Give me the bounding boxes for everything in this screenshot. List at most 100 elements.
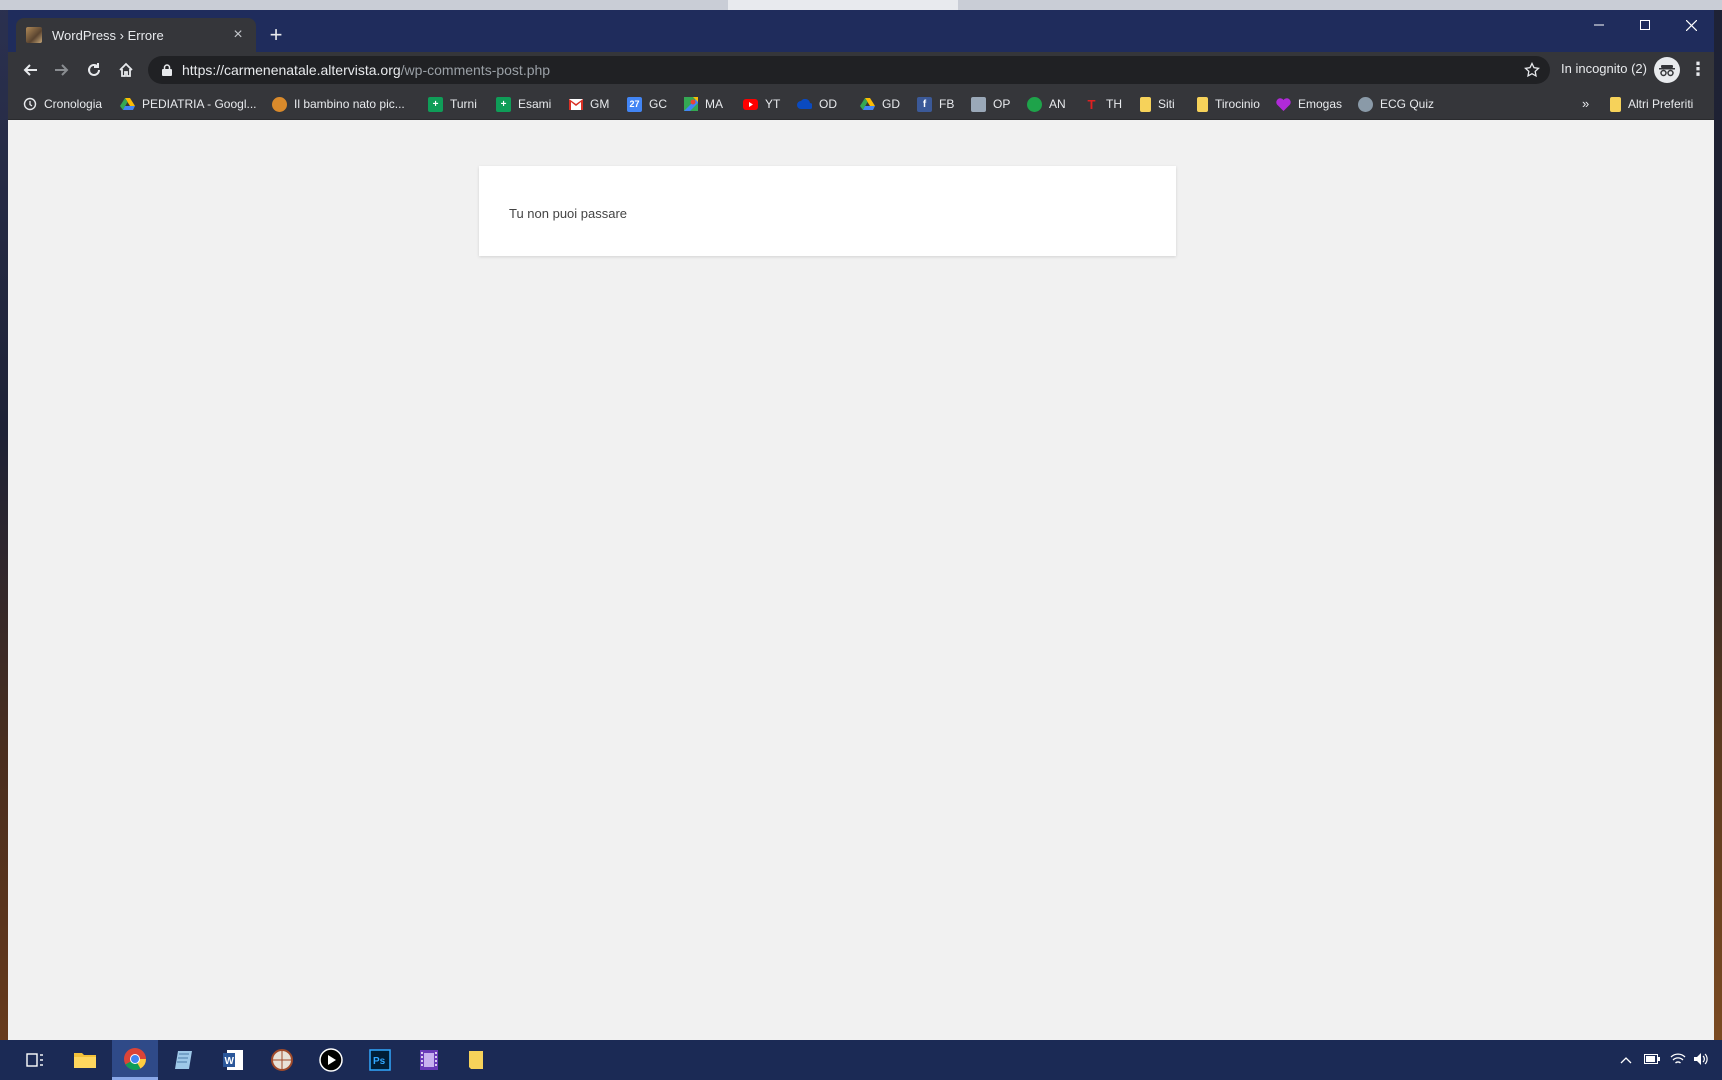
site-icon [1358, 96, 1373, 112]
sheets-icon: + [496, 96, 511, 112]
folder-icon [1197, 96, 1208, 112]
bookmark-cronologia[interactable]: Cronologia [22, 88, 102, 120]
reload-icon [88, 63, 100, 76]
incognito-label[interactable]: In incognito (2) [1561, 61, 1647, 76]
bookmark-yt[interactable]: YT [743, 88, 780, 120]
bookmark-label: Turni [450, 97, 477, 111]
lock-icon [162, 64, 172, 76]
folder-icon [1610, 96, 1621, 112]
bookmark-label: FB [939, 97, 955, 111]
file-explorer-button[interactable] [62, 1040, 108, 1080]
bookmarks-overflow-button[interactable]: » [1582, 96, 1589, 111]
bookmark-label: TH [1106, 97, 1122, 111]
chrome-icon [124, 1047, 146, 1070]
tab-strip: WordPress › Errore × + [8, 10, 1714, 52]
bookmark-label: MA [705, 97, 723, 111]
notes-app-button[interactable] [161, 1040, 207, 1080]
photoshop-button[interactable]: Ps [357, 1040, 403, 1080]
speaker-icon [1694, 1053, 1708, 1065]
close-tab-icon[interactable]: × [230, 26, 246, 44]
bookmark-label: OD [819, 97, 837, 111]
tab-active[interactable]: WordPress › Errore × [16, 18, 256, 52]
bookmarks-bar: Cronologia PEDIATRIA - Googl... Il bambi… [8, 88, 1714, 120]
bookmark-an[interactable]: AN [1027, 88, 1066, 120]
gmail-icon [568, 97, 583, 112]
folder-icon [74, 1053, 96, 1068]
calendar-icon: 27 [627, 96, 642, 112]
url-path: /wp-comments-post.php [400, 62, 551, 78]
bookmark-gc[interactable]: 27 GC [627, 88, 667, 120]
address-bar[interactable]: https://carmenenatale.altervista.org/wp-… [148, 56, 1550, 84]
bookmark-label: AN [1049, 97, 1066, 111]
svg-text:Ps: Ps [373, 1056, 386, 1067]
bookmark-label: Siti [1158, 97, 1175, 111]
network-indicator[interactable] [1670, 1052, 1686, 1069]
bookmark-ma[interactable]: MA [683, 88, 723, 120]
bookmark-label: GC [649, 97, 667, 111]
close-window-button[interactable] [1668, 10, 1714, 40]
drive-icon [120, 97, 135, 112]
media-player-button[interactable] [308, 1040, 354, 1080]
bookmark-th[interactable]: T TH [1084, 88, 1122, 120]
incognito-icon[interactable] [1654, 57, 1680, 83]
bookmark-pediatria[interactable]: PEDIATRIA - Googl... [120, 88, 256, 120]
site-icon [971, 96, 986, 112]
app-button-5[interactable] [259, 1040, 305, 1080]
bookmark-siti[interactable]: Siti [1140, 88, 1175, 120]
top-window-edge [0, 0, 1722, 10]
bookmark-gd[interactable]: GD [860, 88, 900, 120]
site-icon [1027, 96, 1042, 112]
back-button[interactable] [16, 57, 44, 83]
bookmark-label: Altri Preferiti [1628, 97, 1694, 111]
maximize-button[interactable] [1622, 10, 1668, 40]
bookmark-turni[interactable]: + Turni [428, 88, 477, 120]
bookmark-ecg-quiz[interactable]: ECG Quiz [1358, 88, 1434, 120]
maximize-icon [1640, 20, 1650, 30]
bookmark-emogas[interactable]: Emogas [1276, 88, 1342, 120]
bookmark-gm[interactable]: GM [568, 88, 609, 120]
bookmark-label: YT [765, 97, 781, 111]
page-content: Tu non puoi passare [8, 121, 1714, 1040]
bookmark-bambino[interactable]: Il bambino nato pic... [272, 88, 405, 120]
reload-button[interactable] [80, 57, 108, 83]
sheets-icon: + [428, 96, 443, 112]
site-icon: T [1087, 96, 1096, 112]
new-tab-button[interactable]: + [264, 24, 288, 48]
menu-button[interactable]: ⋮ [1688, 57, 1708, 83]
bookmark-label: Tirocinio [1215, 97, 1260, 111]
bookmark-esami[interactable]: + Esami [496, 88, 551, 120]
folder-icon [1140, 96, 1151, 112]
arrow-left-icon [23, 64, 37, 76]
bookmark-fb[interactable]: f FB [917, 88, 954, 120]
bookmark-label: OP [993, 97, 1011, 111]
facebook-icon: f [917, 96, 932, 112]
volume-indicator[interactable] [1693, 1052, 1709, 1069]
minimize-button[interactable] [1576, 10, 1622, 40]
browser-window: WordPress › Errore × + https://carmenena… [8, 10, 1714, 1040]
youtube-icon [743, 97, 758, 112]
bookmark-label: Emogas [1298, 97, 1343, 111]
forward-button[interactable] [48, 57, 76, 83]
bookmark-od[interactable]: OD [797, 88, 837, 120]
sticky-notes-button[interactable] [453, 1040, 499, 1080]
wifi-icon [1670, 1053, 1686, 1064]
video-editor-button[interactable] [406, 1040, 452, 1080]
bookmark-label: PEDIATRIA - Googl... [142, 97, 257, 111]
minimize-icon [1594, 24, 1604, 26]
home-button[interactable] [112, 57, 140, 83]
bookmark-op[interactable]: OP [971, 88, 1010, 120]
star-bookmark-icon [1524, 62, 1540, 78]
film-icon [420, 1050, 438, 1070]
onedrive-icon [797, 97, 812, 112]
bookmark-tirocinio[interactable]: Tirocinio [1197, 88, 1260, 120]
chrome-taskbar-button[interactable] [112, 1040, 158, 1080]
show-hidden-icons-button[interactable] [1620, 1052, 1632, 1067]
other-bookmarks-folder[interactable]: Altri Preferiti [1610, 88, 1693, 120]
bookmark-label: Cronologia [44, 97, 103, 111]
heart-icon [1276, 97, 1291, 112]
battery-indicator[interactable] [1644, 1052, 1660, 1067]
task-view-button[interactable] [12, 1040, 58, 1080]
task-view-icon [26, 1053, 43, 1067]
bookmark-label: Esami [518, 97, 552, 111]
word-button[interactable]: W [210, 1040, 256, 1080]
